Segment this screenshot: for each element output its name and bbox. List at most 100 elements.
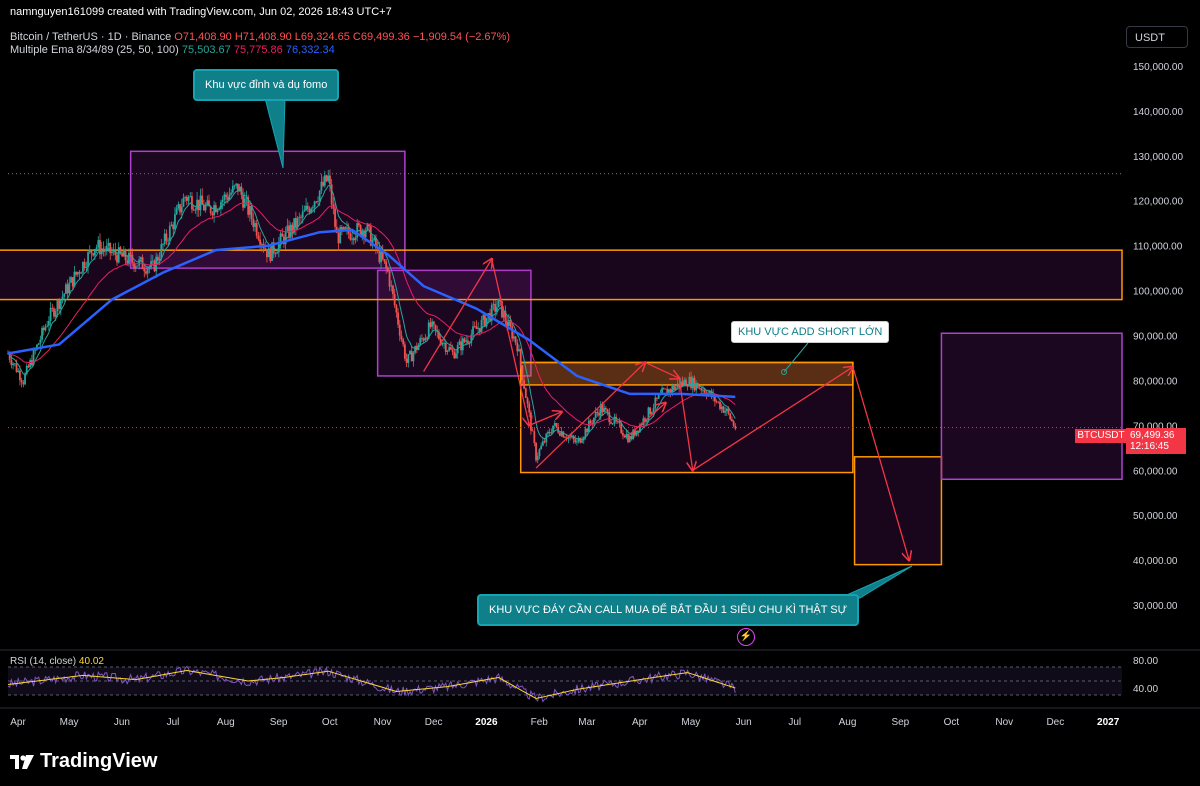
candle-body — [143, 269, 146, 272]
time-tick-label: 2027 — [1097, 717, 1120, 728]
candle-body — [145, 271, 147, 274]
candle-body — [357, 223, 360, 226]
candle-body — [521, 365, 524, 381]
ohlc-close: C69,499.36 — [352, 31, 410, 43]
candle-body — [569, 436, 572, 438]
candle-body — [223, 194, 226, 200]
candle-body — [715, 401, 718, 403]
candle-body — [657, 394, 660, 399]
symbol-name: Bitcoin / TetherUS · 1D · Binance — [10, 31, 172, 43]
candle-body — [518, 349, 520, 352]
flash-icon[interactable]: ⚡ — [737, 628, 755, 646]
candle-body — [662, 388, 665, 390]
candle-body — [41, 327, 43, 340]
candle-body — [315, 201, 318, 203]
candle-body — [719, 401, 721, 410]
price-chart[interactable]: 150,000.00 140,000.00 130,000.00 120,000.00… — [0, 0, 1200, 786]
price-tick-label: 140,000.00 — [1133, 107, 1183, 118]
candle-body — [134, 266, 137, 269]
candle-body — [199, 195, 202, 211]
candle-body — [497, 298, 500, 308]
candle-body — [257, 235, 260, 240]
candle-body — [70, 277, 72, 283]
candle-body — [312, 207, 314, 209]
brand-name: TradingView — [40, 750, 158, 772]
candle-body — [455, 353, 457, 359]
candle-body — [700, 388, 703, 391]
candle-body — [449, 347, 452, 350]
candle-body — [237, 183, 239, 192]
time-tick-label: Oct — [944, 717, 960, 728]
candle-body — [19, 370, 21, 381]
candle-body — [12, 363, 15, 366]
candle-body — [536, 456, 539, 461]
candle-body — [443, 342, 445, 344]
candle-body — [233, 185, 236, 187]
price-tick-label: 90,000.00 — [1133, 332, 1178, 343]
candle-body — [27, 365, 30, 368]
ema-value-mid: 75,775.86 — [233, 44, 283, 56]
candle-body — [514, 336, 517, 343]
candle-body — [349, 233, 352, 240]
price-tick-label: 60,000.00 — [1133, 466, 1178, 477]
candle-body — [628, 436, 631, 443]
candle-body — [531, 430, 534, 432]
candle-body — [482, 315, 485, 320]
tradingview-logo[interactable]: TradingView — [10, 750, 157, 773]
candle-body — [194, 209, 197, 211]
candle-body — [492, 303, 495, 305]
candle-body — [75, 271, 78, 275]
candle-body — [306, 205, 309, 210]
candle-body — [409, 350, 411, 355]
candle-body — [512, 336, 515, 339]
candle-body — [88, 249, 91, 253]
candle-body — [85, 267, 88, 268]
candle-body — [235, 183, 238, 186]
candle-body — [325, 175, 328, 182]
candle-body — [334, 208, 336, 227]
candle-body — [564, 437, 566, 439]
currency-button[interactable]: USDT — [1126, 26, 1188, 48]
candle-body — [39, 339, 42, 344]
candle-body — [93, 249, 96, 256]
time-tick-label: Nov — [374, 717, 392, 728]
candle-body — [201, 195, 204, 205]
candle-body — [303, 210, 306, 212]
candle-body — [53, 308, 55, 317]
candle-body — [107, 242, 110, 246]
candle-body — [329, 175, 331, 185]
candle-body — [175, 208, 178, 215]
candle-body — [402, 339, 405, 345]
candle-body — [654, 397, 657, 409]
annotation-add-short[interactable]: KHU VỰC ADD SHORT LỚN — [731, 321, 890, 343]
annotation-top-zone[interactable]: Khu vực đỉnh và dụ fomo — [193, 69, 340, 101]
candle-body — [177, 204, 180, 209]
candle-body — [92, 253, 95, 256]
candle-body — [51, 307, 54, 309]
candle-body — [540, 445, 543, 450]
candle-body — [412, 352, 415, 362]
candle-body — [622, 432, 624, 436]
time-tick-label: Nov — [995, 717, 1013, 728]
candle-body — [661, 388, 663, 394]
candle-body — [463, 338, 466, 342]
candle-body — [117, 247, 120, 263]
candle-body — [204, 205, 207, 211]
candle-body — [669, 389, 672, 393]
candle-body — [398, 324, 401, 336]
candle-body — [327, 175, 330, 182]
annotation-bottom-zone[interactable]: KHU VỰC ĐÁY CẦN CALL MUA ĐỂ BẮT ĐẦU 1 SI… — [477, 594, 860, 626]
candle-body — [102, 248, 105, 250]
candle-body — [386, 267, 389, 272]
candle-body — [264, 247, 267, 249]
candle-body — [627, 433, 629, 443]
candle-body — [46, 325, 49, 327]
candle-body — [724, 411, 727, 413]
candle-body — [49, 307, 52, 321]
candle-body — [337, 233, 340, 244]
candle-body — [720, 406, 723, 410]
ema-value-slow: 76,332.34 — [285, 44, 335, 56]
candle-body — [475, 326, 478, 329]
candle-body — [184, 196, 187, 198]
candle-body — [182, 197, 185, 207]
